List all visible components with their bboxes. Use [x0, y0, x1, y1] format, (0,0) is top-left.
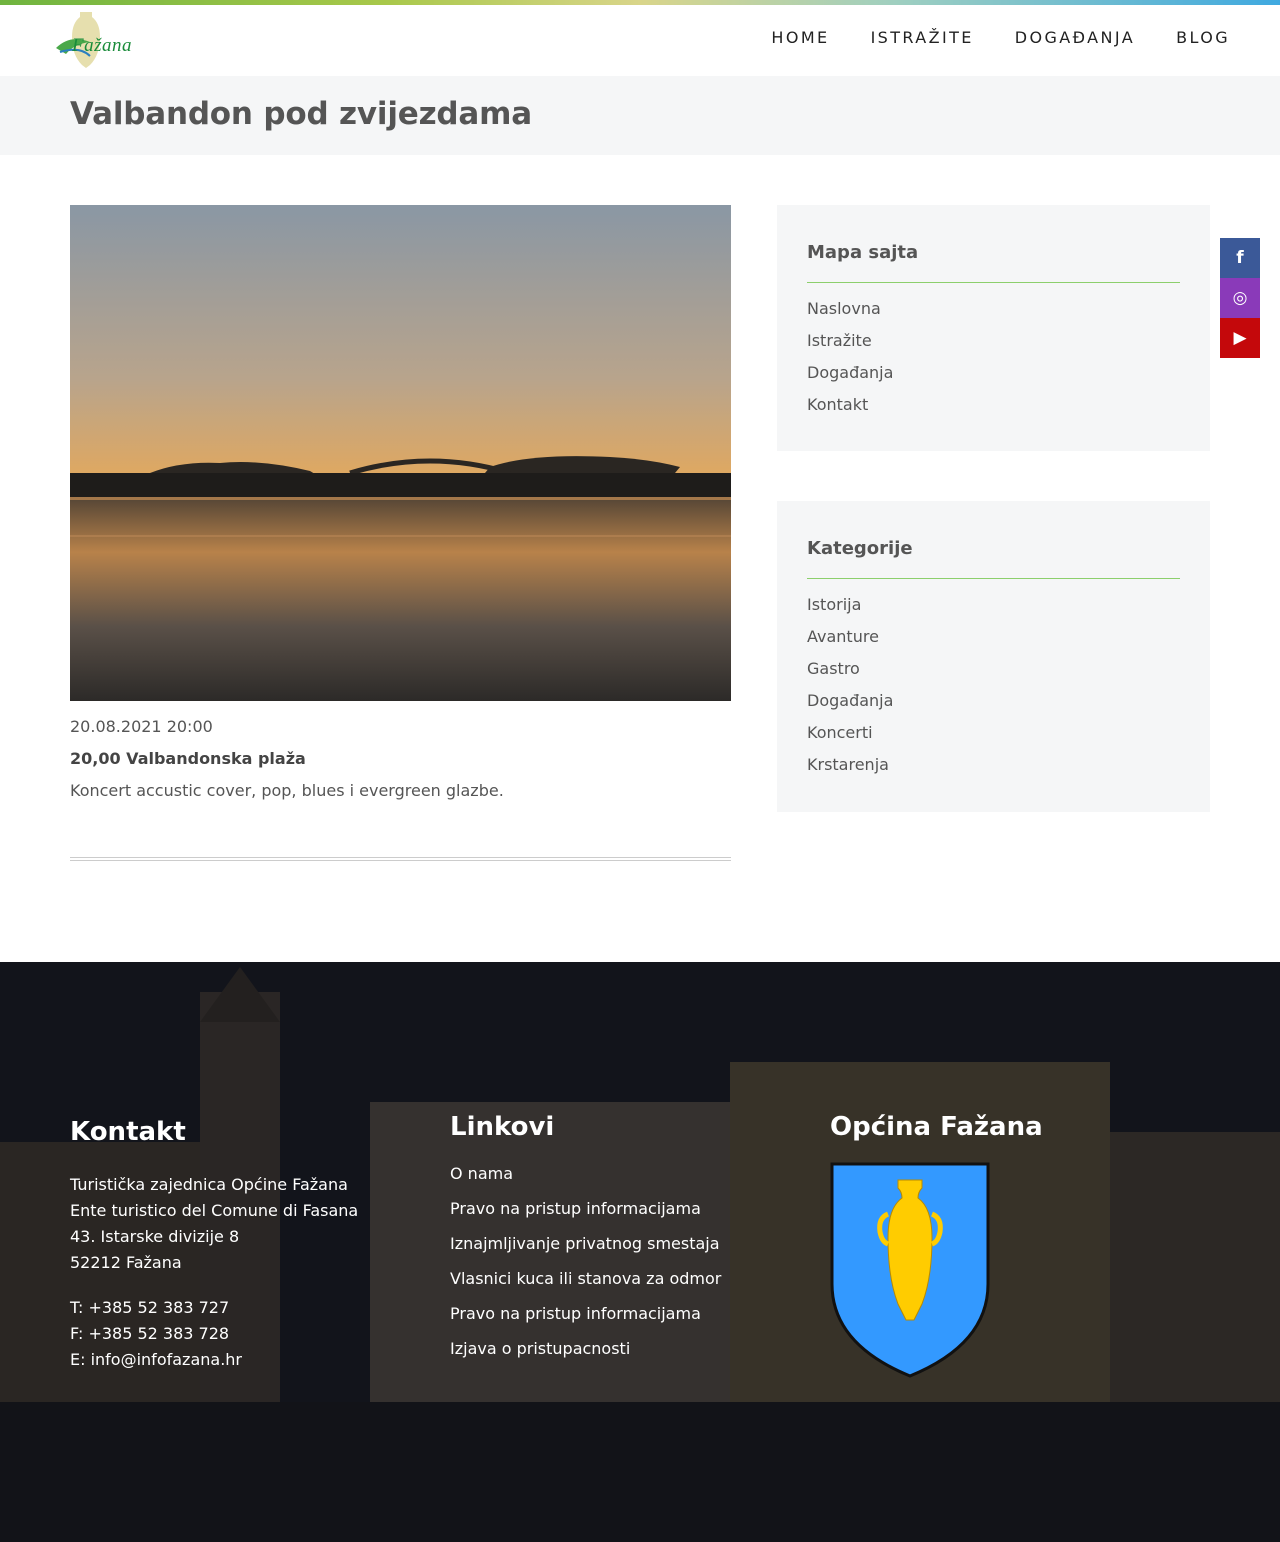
- contact-fax: F: +385 52 383 728: [70, 1324, 230, 1343]
- nav-blog[interactable]: BLOG: [1176, 28, 1230, 47]
- social-sidebar: f ◎ ▶: [1220, 238, 1260, 358]
- nav-home[interactable]: HOME: [771, 28, 829, 47]
- event-subtitle: 20,00 Valbandonska plaža: [70, 749, 306, 768]
- category-link-krstarenja[interactable]: Krstarenja: [807, 754, 893, 786]
- event-description: Koncert accustic cover, pop, blues i eve…: [70, 781, 504, 800]
- footer-links-title: Linkovi: [450, 1112, 555, 1142]
- footer-link[interactable]: Pravo na pristup informacijama: [450, 1303, 721, 1338]
- site-footer: Kontakt Turistička zajednica Općine Faža…: [0, 962, 1280, 1542]
- coat-of-arms-icon: [830, 1162, 990, 1378]
- category-link-gastro[interactable]: Gastro: [807, 658, 893, 690]
- footer-municipality-title: Općina Fažana: [830, 1112, 1043, 1142]
- footer-link[interactable]: O nama: [450, 1163, 721, 1198]
- footer-link[interactable]: Vlasnici kuca ili stanova za odmor: [450, 1268, 721, 1303]
- contact-line: Turistička zajednica Općine Fažana: [70, 1175, 348, 1194]
- main-nav: HOME ISTRAŽITE DOGAĐANJA BLOG: [771, 28, 1230, 47]
- contact-line: Ente turistico del Comune di Fasana: [70, 1201, 359, 1220]
- site-header: Fažana HOME ISTRAŽITE DOGAĐANJA BLOG: [0, 5, 1280, 76]
- category-link-dogadanja[interactable]: Događanja: [807, 690, 893, 722]
- logo-text: Fažana: [72, 35, 132, 56]
- widget-divider: [807, 578, 1180, 579]
- event-photo: [70, 205, 731, 701]
- contact-email[interactable]: E: info@infofazana.hr: [70, 1347, 358, 1373]
- instagram-icon[interactable]: ◎: [1220, 278, 1260, 318]
- contact-line: 52212 Fažana: [70, 1253, 182, 1272]
- nav-dogadanja[interactable]: DOGAĐANJA: [1015, 28, 1135, 47]
- category-link-istorija[interactable]: Istorija: [807, 594, 893, 626]
- contact-line: 43. Istarske divizije 8: [70, 1227, 240, 1246]
- footer-contact: Kontakt Turistička zajednica Općine Faža…: [70, 1117, 358, 1373]
- sitemap-link-dogadanja[interactable]: Događanja: [807, 362, 893, 394]
- event-datetime: 20.08.2021 20:00: [70, 717, 213, 736]
- page-title-band: Valbandon pod zvijezdama: [0, 76, 1280, 155]
- facebook-icon[interactable]: f: [1220, 238, 1260, 278]
- footer-link[interactable]: Iznajmljivanje privatnog smestaja: [450, 1233, 721, 1268]
- sitemap-link-kontakt[interactable]: Kontakt: [807, 394, 893, 426]
- footer-contact-title: Kontakt: [70, 1117, 186, 1147]
- page-title: Valbandon pod zvijezdama: [70, 96, 532, 132]
- footer-links: Linkovi O nama Pravo na pristup informac…: [450, 1112, 721, 1373]
- footer-link[interactable]: Izjava o pristupacnosti: [450, 1338, 721, 1373]
- sitemap-link-naslovna[interactable]: Naslovna: [807, 298, 893, 330]
- category-link-avanture[interactable]: Avanture: [807, 626, 893, 658]
- sitemap-link-istrazite[interactable]: Istražite: [807, 330, 893, 362]
- footer-municipality: Općina Fažana: [830, 1112, 1043, 1142]
- contact-phone[interactable]: T: +385 52 383 727: [70, 1295, 358, 1321]
- youtube-icon[interactable]: ▶: [1220, 318, 1260, 358]
- content-divider: [70, 857, 731, 861]
- site-logo[interactable]: Fažana: [50, 8, 150, 70]
- category-link-koncerti[interactable]: Koncerti: [807, 722, 893, 754]
- footer-link[interactable]: Pravo na pristup informacijama: [450, 1198, 721, 1233]
- sitemap-title: Mapa sajta: [807, 242, 919, 263]
- nav-istrazite[interactable]: ISTRAŽITE: [871, 28, 974, 47]
- categories-title: Kategorije: [807, 538, 913, 559]
- sitemap-widget: Mapa sajta Naslovna Istražite Događanja …: [777, 205, 1210, 451]
- categories-widget: Kategorije Istorija Avanture Gastro Doga…: [777, 501, 1210, 812]
- widget-divider: [807, 282, 1180, 283]
